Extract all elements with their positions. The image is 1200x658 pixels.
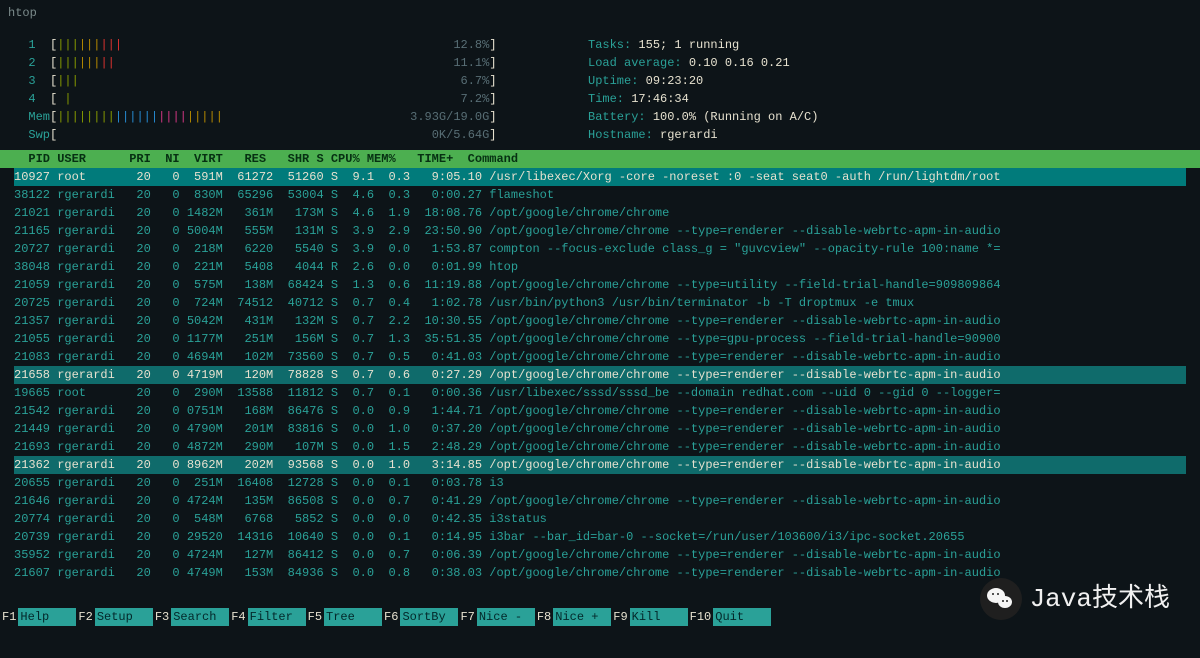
uptime-label: Uptime: bbox=[588, 74, 638, 88]
load-label: Load average: bbox=[588, 56, 682, 70]
tasks-label: Tasks: bbox=[588, 38, 631, 52]
process-header[interactable]: PID USER PRI NI VIRT RES SHR S CPU% MEM%… bbox=[0, 150, 1200, 168]
process-row[interactable]: 21646 rgerardi 20 0 4724M 135M 86508 S 0… bbox=[14, 492, 1186, 510]
process-row[interactable]: 38048 rgerardi 20 0 221M 5408 4044 R 2.6… bbox=[14, 258, 1186, 276]
system-info: Tasks: 155; 1 running Load average: 0.10… bbox=[588, 36, 1186, 144]
process-row[interactable]: 21658 rgerardi 20 0 4719M 120M 78828 S 0… bbox=[14, 366, 1186, 384]
process-row[interactable]: 21165 rgerardi 20 0 5004M 555M 131M S 3.… bbox=[14, 222, 1186, 240]
window-title: htop bbox=[0, 0, 1200, 26]
process-row[interactable]: 38122 rgerardi 20 0 830M 65296 53004 S 4… bbox=[14, 186, 1186, 204]
process-row[interactable]: 21607 rgerardi 20 0 4749M 153M 84936 S 0… bbox=[14, 564, 1186, 582]
cpu-mem-meters: 1 [||||||||| 12.8%] 2 [|||||||| 11.1%] 3… bbox=[14, 36, 574, 144]
time-value: 17:46:34 bbox=[631, 92, 689, 106]
fn-f6[interactable]: F6SortBy bbox=[382, 608, 458, 626]
process-row[interactable]: 20774 rgerardi 20 0 548M 6768 5852 S 0.0… bbox=[14, 510, 1186, 528]
hostname-label: Hostname: bbox=[588, 128, 653, 142]
battery-label: Battery: bbox=[588, 110, 646, 124]
process-row[interactable]: 10927 root 20 0 591M 61272 51260 S 9.1 0… bbox=[14, 168, 1186, 186]
fn-f2[interactable]: F2Setup bbox=[76, 608, 152, 626]
fn-f5[interactable]: F5Tree bbox=[306, 608, 382, 626]
load-value: 0.10 0.16 0.21 bbox=[689, 56, 790, 70]
time-label: Time: bbox=[588, 92, 624, 106]
process-row[interactable]: 21055 rgerardi 20 0 1177M 251M 156M S 0.… bbox=[14, 330, 1186, 348]
process-row[interactable]: 21693 rgerardi 20 0 4872M 290M 107M S 0.… bbox=[14, 438, 1186, 456]
summary-panel: 1 [||||||||| 12.8%] 2 [|||||||| 11.1%] 3… bbox=[0, 26, 1200, 150]
process-row[interactable]: 20725 rgerardi 20 0 724M 74512 40712 S 0… bbox=[14, 294, 1186, 312]
process-row[interactable]: 21021 rgerardi 20 0 1482M 361M 173M S 4.… bbox=[14, 204, 1186, 222]
uptime-value: 09:23:20 bbox=[646, 74, 704, 88]
function-key-bar[interactable]: F1HelpF2SetupF3SearchF4FilterF5TreeF6Sor… bbox=[0, 608, 1200, 626]
process-row[interactable]: 20655 rgerardi 20 0 251M 16408 12728 S 0… bbox=[14, 474, 1186, 492]
process-row[interactable]: 21449 rgerardi 20 0 4790M 201M 83816 S 0… bbox=[14, 420, 1186, 438]
tasks-value: 155; 1 running bbox=[638, 38, 739, 52]
fn-f1[interactable]: F1Help bbox=[0, 608, 76, 626]
process-row[interactable]: 21083 rgerardi 20 0 4694M 102M 73560 S 0… bbox=[14, 348, 1186, 366]
battery-value: 100.0% (Running on A/C) bbox=[653, 110, 819, 124]
process-row[interactable]: 35952 rgerardi 20 0 4724M 127M 86412 S 0… bbox=[14, 546, 1186, 564]
process-row[interactable]: 19665 root 20 0 290M 13588 11812 S 0.7 0… bbox=[14, 384, 1186, 402]
process-row[interactable]: 20739 rgerardi 20 0 29520 14316 10640 S … bbox=[14, 528, 1186, 546]
fn-f8[interactable]: F8Nice + bbox=[535, 608, 611, 626]
process-list[interactable]: 10927 root 20 0 591M 61272 51260 S 9.1 0… bbox=[0, 168, 1200, 582]
fn-f7[interactable]: F7Nice - bbox=[458, 608, 534, 626]
hostname-value: rgerardi bbox=[660, 128, 718, 142]
process-row[interactable]: 21362 rgerardi 20 0 8962M 202M 93568 S 0… bbox=[14, 456, 1186, 474]
fn-f10[interactable]: F10Quit bbox=[688, 608, 772, 626]
process-row[interactable]: 21357 rgerardi 20 0 5042M 431M 132M S 0.… bbox=[14, 312, 1186, 330]
process-row[interactable]: 21059 rgerardi 20 0 575M 138M 68424 S 1.… bbox=[14, 276, 1186, 294]
process-row[interactable]: 21542 rgerardi 20 0 0751M 168M 86476 S 0… bbox=[14, 402, 1186, 420]
fn-f9[interactable]: F9Kill bbox=[611, 608, 687, 626]
fn-f4[interactable]: F4Filter bbox=[229, 608, 305, 626]
process-row[interactable]: 20727 rgerardi 20 0 218M 6220 5540 S 3.9… bbox=[14, 240, 1186, 258]
fn-f3[interactable]: F3Search bbox=[153, 608, 229, 626]
